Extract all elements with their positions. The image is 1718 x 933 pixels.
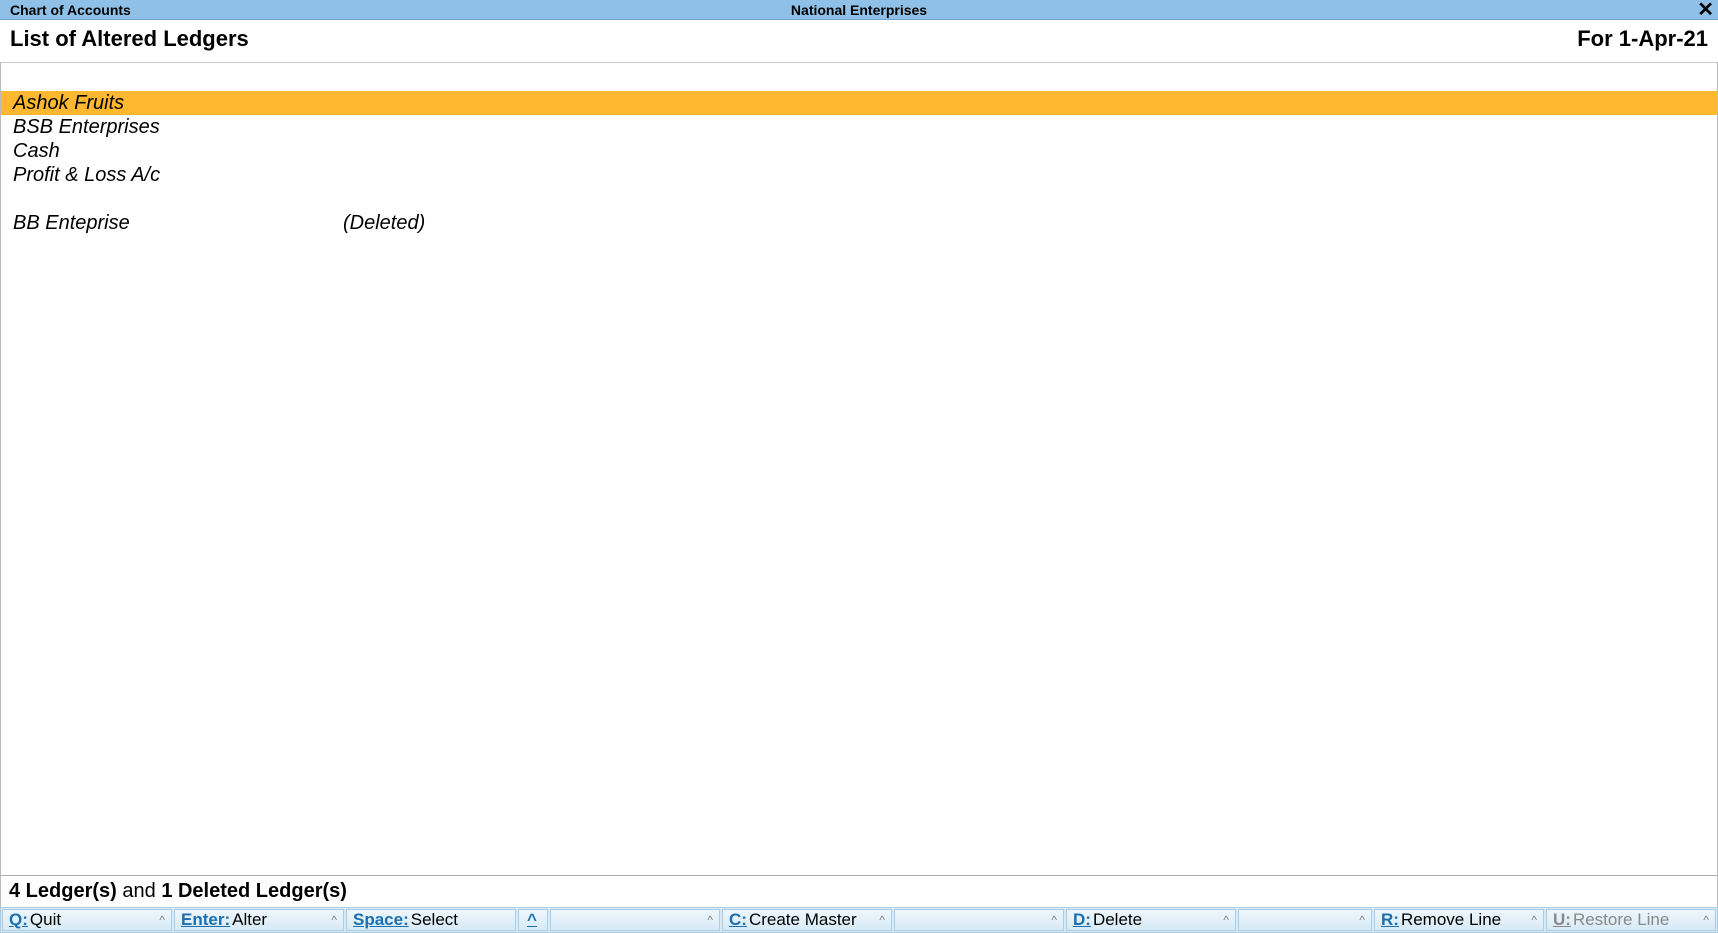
action-bar: Q: Quit ^ Enter: Alter ^ Space: Select ^… [0, 907, 1718, 933]
caret-icon: ^ [703, 913, 713, 927]
caret-icon: ^ [1355, 913, 1365, 927]
title-left: Chart of Accounts [0, 2, 131, 18]
deleted-ledger-list: BB Enteprise(Deleted) [1, 211, 1717, 235]
restore-line-button[interactable]: U: Restore Line ^ [1546, 909, 1716, 931]
blank-button-1[interactable]: ^ [550, 909, 720, 931]
alter-button[interactable]: Enter: Alter ^ [174, 909, 344, 931]
create-master-button[interactable]: C: Create Master ^ [722, 909, 892, 931]
select-key: Space: [353, 910, 409, 930]
delete-button[interactable]: D: Delete ^ [1066, 909, 1236, 931]
remove-key: R: [1381, 910, 1399, 930]
caret-icon: ^ [1047, 913, 1057, 927]
ledger-list: Ashok FruitsBSB EnterprisesCashProfit & … [1, 91, 1717, 187]
title-bar: Chart of Accounts National Enterprises ✕ [0, 0, 1718, 20]
caret-icon: ^ [1699, 913, 1709, 927]
remove-line-button[interactable]: R: Remove Line ^ [1374, 909, 1544, 931]
caret-icon: ^ [875, 913, 885, 927]
alter-key: Enter: [181, 910, 230, 930]
spacer [1, 187, 1717, 211]
blank-button-3[interactable]: ^ [1238, 909, 1372, 931]
caret-button[interactable]: ^ [518, 909, 548, 931]
quit-key: Q: [9, 910, 28, 930]
quit-label: Quit [30, 910, 61, 930]
summary-and: and [122, 880, 161, 902]
select-label: Select [411, 910, 458, 930]
close-icon[interactable]: ✕ [1697, 1, 1714, 19]
page-date: For 1-Apr-21 [1577, 26, 1708, 52]
content-area: Ashok FruitsBSB EnterprisesCashProfit & … [0, 62, 1718, 875]
delete-label: Delete [1093, 910, 1142, 930]
create-label: Create Master [749, 910, 857, 930]
ledger-name: BSB Enterprises [13, 116, 343, 139]
remove-label: Remove Line [1401, 910, 1501, 930]
blank-button-2[interactable]: ^ [894, 909, 1064, 931]
header-row: List of Altered Ledgers For 1-Apr-21 [0, 20, 1718, 62]
ledger-row[interactable]: BSB Enterprises [1, 115, 1717, 139]
caret-icon: ^ [1219, 913, 1229, 927]
alter-label: Alter [232, 910, 267, 930]
caret-icon: ^ [327, 913, 337, 927]
page-title: List of Altered Ledgers [10, 26, 249, 52]
ledger-status: (Deleted) [343, 212, 425, 235]
caret-icon: ^ [1527, 913, 1537, 927]
deleted-ledger-row[interactable]: BB Enteprise(Deleted) [1, 211, 1717, 235]
caret-icon: ^ [155, 913, 165, 927]
title-center: National Enterprises [791, 2, 927, 18]
restore-label: Restore Line [1573, 910, 1669, 930]
deleted-count: 1 Deleted Ledger(s) [161, 880, 347, 902]
delete-key: D: [1073, 910, 1091, 930]
ledger-row[interactable]: Ashok Fruits [1, 91, 1717, 115]
divider [1, 62, 1717, 63]
ledger-name: Ashok Fruits [13, 92, 343, 115]
ledger-count: 4 Ledger(s) [9, 880, 117, 902]
ledger-name: Cash [13, 140, 343, 163]
summary-bar: 4 Ledger(s) and 1 Deleted Ledger(s) [0, 875, 1718, 907]
create-key: C: [729, 910, 747, 930]
ledger-name: Profit & Loss A/c [13, 164, 343, 187]
select-button[interactable]: Space: Select [346, 909, 516, 931]
quit-button[interactable]: Q: Quit ^ [2, 909, 172, 931]
caret-key-icon: ^ [527, 910, 537, 930]
ledger-row[interactable]: Cash [1, 139, 1717, 163]
restore-key: U: [1553, 910, 1571, 930]
ledger-row[interactable]: Profit & Loss A/c [1, 163, 1717, 187]
ledger-name: BB Enteprise [13, 212, 343, 235]
